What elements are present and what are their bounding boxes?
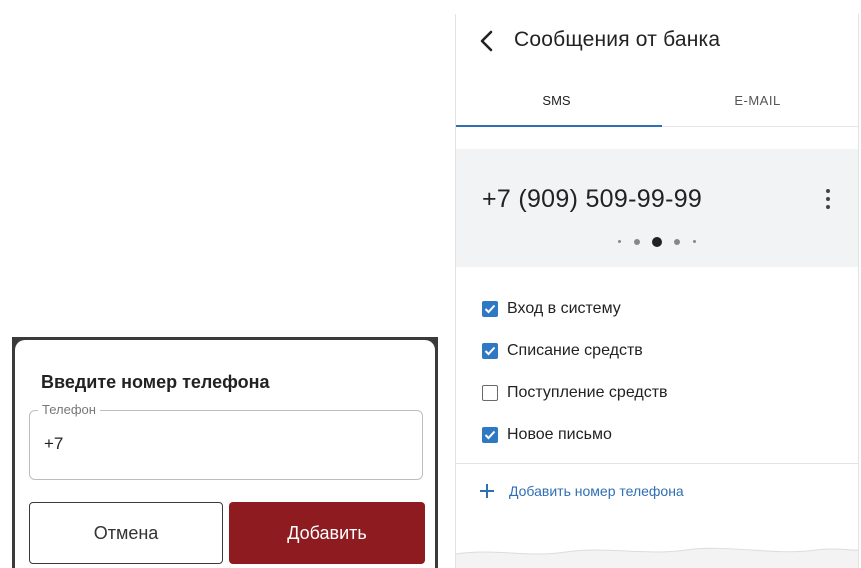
plus-icon [480,484,494,498]
divider [456,463,858,464]
pager-dot-active [652,236,662,247]
phone-card[interactable]: +7 (909) 509-99-99 [456,149,858,267]
phone-number: +7 (909) 509-99-99 [482,185,703,213]
app-bar: Сообщения от банка [456,14,858,68]
pager-dots [456,233,858,247]
dialog-backdrop: Введите номер телефона Телефон +7 Отмена… [12,337,438,568]
more-vert-icon[interactable] [822,187,834,209]
dialog-title: Введите номер телефона [41,372,270,392]
pager-dot [692,240,696,244]
checkbox-login[interactable]: Вход в систему [482,288,668,330]
bank-messages-screen: Сообщения от банка SMS E-MAIL +7 (909) 5… [455,14,859,568]
channel-tabs: SMS E-MAIL [456,76,858,127]
add-phone-button[interactable]: Добавить номер телефона [478,482,684,500]
cancel-button[interactable]: Отмена [29,502,223,564]
checkbox-unchecked-icon[interactable] [482,385,498,401]
checkbox-label: Списание средств [507,342,643,359]
add-phone-dialog: Введите номер телефона Телефон +7 Отмена… [15,340,435,568]
checkbox-checked-icon[interactable] [482,427,498,443]
active-tab-indicator [456,125,662,127]
tab-sms[interactable]: SMS [456,76,657,126]
checkbox-checked-icon[interactable] [482,301,498,317]
checkbox-debit[interactable]: Списание средств [482,330,668,372]
checkbox-new-letter[interactable]: Новое письмо [482,414,668,456]
tab-email[interactable]: E-MAIL [657,76,858,126]
add-phone-label: Добавить номер телефона [509,483,684,499]
pager-dot [618,240,622,244]
notification-options: Вход в систему Списание средств Поступле… [482,288,668,456]
page-title: Сообщения от банка [514,28,721,51]
checkbox-label: Поступление средств [507,384,668,401]
phone-field-value[interactable]: +7 [44,434,63,454]
checkbox-label: Новое письмо [507,426,612,443]
pager-dot [633,238,640,245]
phone-field[interactable]: Телефон +7 [29,402,423,480]
phone-field-label: Телефон [38,402,100,417]
torn-edge-decoration [456,547,858,568]
pager-dot [674,238,681,245]
checkbox-checked-icon[interactable] [482,343,498,359]
checkbox-label: Вход в систему [507,300,621,317]
add-button[interactable]: Добавить [229,502,425,564]
chevron-left-icon[interactable] [478,30,496,52]
checkbox-credit[interactable]: Поступление средств [482,372,668,414]
